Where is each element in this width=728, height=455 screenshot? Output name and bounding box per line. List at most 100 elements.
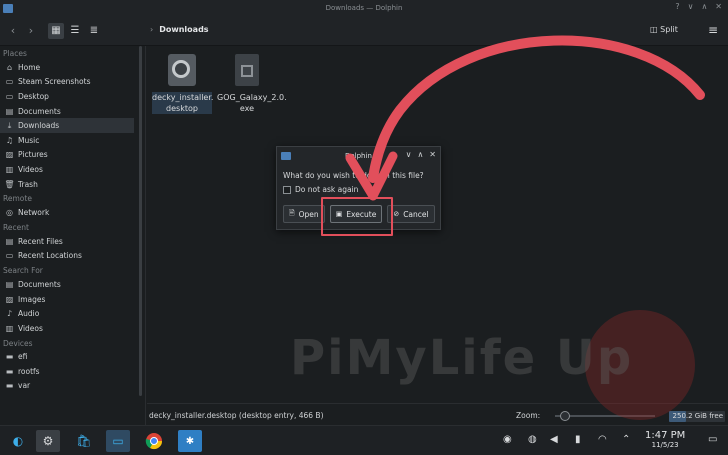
- sidebar-item-label: Downloads: [18, 121, 60, 131]
- downloads-icon: ⤓: [7, 120, 12, 130]
- sidebar-item-steam-screenshots[interactable]: ▭ Steam Screenshots: [0, 75, 145, 90]
- sidebar-item-pictures[interactable]: ▨ Pictures: [0, 148, 145, 163]
- toolbar: ‹ › ▦ ☰ ≣ › Downloads ◫ Split ≡: [0, 16, 728, 46]
- sidebar-section-search-for: Search For: [3, 266, 43, 276]
- desktop-icon: ▭: [5, 91, 14, 101]
- sidebar-item-images[interactable]: ▨ Images: [0, 292, 145, 307]
- dolphin-taskbar-icon[interactable]: ▭: [106, 430, 130, 452]
- recent-files-icon: ▤: [5, 236, 14, 246]
- cancel-button[interactable]: ⊘ Cancel: [387, 205, 435, 223]
- sidebar-item-documents[interactable]: ▤ Documents: [0, 277, 145, 292]
- split-button[interactable]: ◫ Split: [650, 25, 678, 34]
- show-hidden-icons[interactable]: ⌃: [622, 434, 630, 445]
- sidebar-section-remote: Remote: [3, 194, 32, 204]
- sidebar-item-var[interactable]: ▬ var: [0, 379, 145, 394]
- battery-icon[interactable]: ▮: [575, 434, 581, 445]
- clock-time: 1:47 PM: [645, 430, 686, 441]
- recent-locations-icon: ▭: [5, 251, 14, 261]
- sidebar-item-audio[interactable]: ♪ Audio: [0, 306, 145, 321]
- trash-icon: 🗑: [4, 179, 15, 189]
- steam-tray-icon[interactable]: ◉: [503, 434, 512, 445]
- system-settings-icon[interactable]: ⚙: [36, 430, 60, 452]
- wifi-icon[interactable]: ◠: [598, 434, 607, 445]
- kde-connect-icon[interactable]: ✱: [178, 430, 202, 452]
- dialog-close-button[interactable]: ✕: [429, 150, 436, 159]
- forward-button[interactable]: ›: [22, 24, 40, 37]
- zoom-slider-handle[interactable]: [560, 411, 570, 421]
- sidebar-item-documents[interactable]: ▤ Documents: [0, 104, 145, 119]
- images-icon: ▨: [5, 294, 14, 304]
- steam-deck-menu-icon[interactable]: ◐: [6, 430, 30, 452]
- documents-icon: ▤: [5, 279, 14, 289]
- audio-icon: ♪: [6, 309, 13, 319]
- sidebar-item-downloads[interactable]: ⤓ Downloads: [0, 118, 134, 133]
- chrome-icon[interactable]: [142, 430, 166, 452]
- sidebar-item-label: Network: [18, 208, 50, 218]
- sidebar-scrollbar[interactable]: [139, 46, 142, 396]
- maximize-button[interactable]: ∧: [701, 2, 707, 11]
- open-icon: 🗎: [289, 208, 295, 217]
- breadcrumb[interactable]: › Downloads: [150, 25, 209, 34]
- sidebar-item-label: var: [18, 381, 31, 391]
- back-button[interactable]: ‹: [4, 24, 22, 37]
- volume-icon[interactable]: ◀: [550, 434, 558, 445]
- do-not-ask-checkbox[interactable]: Do not ask again: [277, 180, 440, 194]
- icons-view-button[interactable]: ▦: [48, 22, 64, 39]
- dialog-maximize-button[interactable]: ∧: [417, 150, 423, 159]
- compact-view-button[interactable]: ☰: [67, 23, 83, 39]
- sidebar-item-videos[interactable]: ▥ Videos: [0, 162, 145, 177]
- help-button[interactable]: ?: [675, 2, 679, 11]
- file-item-decky-installer[interactable]: decky_installer. desktop: [152, 54, 213, 114]
- sidebar-section-places: Places: [3, 49, 27, 58]
- sidebar-item-network[interactable]: ◎ Network: [0, 205, 145, 220]
- sidebar-item-trash[interactable]: 🗑 Trash: [0, 177, 145, 192]
- dialog-minimize-button[interactable]: ∨: [406, 150, 412, 159]
- dialog-title: Dolphin: [345, 152, 372, 160]
- dolphin-icon: [281, 152, 291, 160]
- sidebar-item-recent-files[interactable]: ▤ Recent Files: [0, 234, 145, 249]
- sidebar-section-recent: Recent: [3, 222, 29, 232]
- drive-icon: ▬: [5, 352, 14, 362]
- sidebar-item-label: Images: [18, 294, 46, 304]
- sidebar-item-videos[interactable]: ▥ Videos: [0, 321, 145, 336]
- hamburger-menu-icon[interactable]: ≡: [708, 23, 718, 37]
- breadcrumb-downloads: Downloads: [159, 25, 209, 34]
- discover-store-icon[interactable]: 🛍: [72, 430, 96, 452]
- file-item-gog-galaxy[interactable]: GOG_Galaxy_2.0. exe: [217, 54, 287, 114]
- split-icon: ◫: [650, 25, 661, 34]
- desktop-entry-icon: [167, 54, 197, 88]
- sidebar-item-label: Steam Screenshots: [18, 77, 91, 87]
- sidebar-item-label: Documents: [18, 106, 61, 116]
- sidebar-item-home[interactable]: ⌂ Home: [0, 60, 145, 75]
- sidebar-item-recent-locations[interactable]: ▭ Recent Locations: [0, 249, 145, 264]
- home-icon: ⌂: [6, 62, 13, 72]
- cancel-label: Cancel: [403, 209, 429, 219]
- clock[interactable]: 1:47 PM 11/5/23: [645, 430, 685, 449]
- free-space-text: 250.2 GiB free: [672, 412, 723, 420]
- dialog-titlebar: Dolphin ∨ ∧ ✕: [277, 147, 440, 165]
- documents-icon: ▤: [5, 106, 14, 116]
- status-text: decky_installer.desktop (desktop entry, …: [149, 411, 324, 420]
- open-label: Open: [298, 209, 319, 219]
- details-view-button[interactable]: ≣: [86, 23, 102, 39]
- sidebar-item-label: Recent Locations: [18, 251, 82, 261]
- sidebar-item-efi[interactable]: ▬ efi: [0, 350, 145, 365]
- places-panel: Places ⌂ Home ▭ Steam Screenshots ▭ Desktop ▤ Do…: [0, 46, 146, 425]
- close-button[interactable]: ✕: [715, 2, 722, 11]
- sidebar-item-label: efi: [18, 352, 28, 362]
- sidebar-item-label: Trash: [18, 179, 38, 189]
- show-desktop-icon[interactable]: ▭: [708, 434, 717, 445]
- file-name: GOG_Galaxy_2.0. exe: [217, 93, 287, 113]
- checkbox-box[interactable]: [283, 185, 291, 194]
- sidebar-item-rootfs[interactable]: ▬ rootfs: [0, 364, 145, 379]
- folder-icon: ▭: [5, 77, 14, 87]
- split-label: Split: [660, 25, 678, 34]
- checkbox-label: Do not ask again: [295, 185, 359, 194]
- sidebar-item-desktop[interactable]: ▭ Desktop: [0, 89, 145, 104]
- open-button[interactable]: 🗎 Open: [283, 205, 325, 223]
- minimize-button[interactable]: ∨: [688, 2, 694, 11]
- window-titlebar: Downloads — Dolphin ? ∨ ∧ ✕: [0, 0, 728, 16]
- vpn-tray-icon[interactable]: ◍: [528, 434, 537, 445]
- sidebar-item-label: Videos: [18, 323, 43, 333]
- sidebar-item-music[interactable]: ♫ Music: [0, 133, 145, 148]
